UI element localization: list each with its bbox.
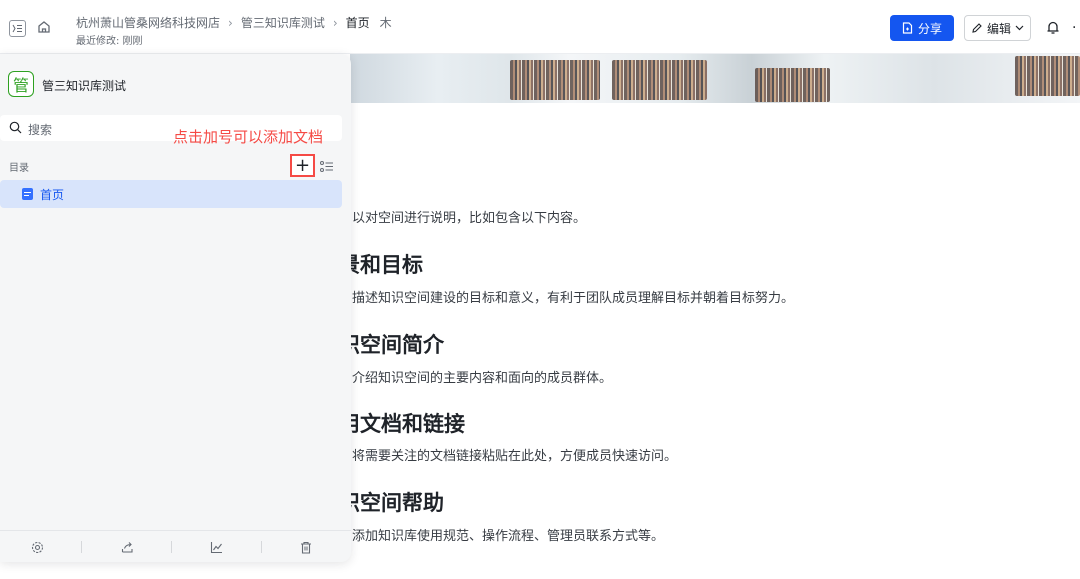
search-icon <box>9 121 22 134</box>
top-bar: 杭州萧山管桑网络科技网店 › 管三知识库测试 › 首页 ⽊ 最近修改: 刚刚 分… <box>0 0 1080 54</box>
toc-label: 目录 <box>9 163 29 174</box>
toc-item-label: 首页 <box>40 188 65 202</box>
more-menu-icon[interactable]: · <box>1072 20 1076 36</box>
section-heading: 景和目标 <box>339 253 423 277</box>
section-body: 描述知识空间建设的目标和意义，有利于团队成员理解目标并朝着目标努力。 <box>352 291 795 306</box>
section-body: 添加知识库使用规范、操作流程、管理员联系方式等。 <box>352 529 665 544</box>
share-doc-icon <box>902 22 913 34</box>
space-logo[interactable]: 管 <box>8 71 34 97</box>
sidebar-toggle-icon[interactable] <box>9 20 26 37</box>
edit-button[interactable]: 编辑 <box>964 15 1031 41</box>
section-heading: 用文档和链接 <box>339 412 465 436</box>
last-modified-text: 最近修改: 刚刚 <box>76 36 143 47</box>
share-label: 分享 <box>917 21 942 36</box>
chart-icon[interactable] <box>209 540 223 554</box>
breadcrumb-item-current: 首页 <box>345 16 370 30</box>
section-heading: 识空间简介 <box>339 333 444 357</box>
annotation-text: 点击加号可以添加文档 <box>173 128 324 146</box>
trash-icon[interactable] <box>299 540 313 554</box>
pin-icon[interactable]: ⽊ <box>380 14 392 31</box>
toc-item-home[interactable]: 首页 <box>0 180 342 208</box>
notification-bell-icon[interactable] <box>1046 20 1060 39</box>
sidebar-panel: 管 管三知识库测试 搜索 点击加号可以添加文档 目录 + 首页 <box>0 54 351 562</box>
section-body: 将需要关注的文档链接粘贴在此处，方便成员快速访问。 <box>352 449 678 464</box>
section-body: 介绍知识空间的主要内容和面向的成员群体。 <box>352 371 613 386</box>
section-heading: 识空间帮助 <box>339 491 444 515</box>
share-button[interactable]: 分享 <box>890 15 954 41</box>
chevron-down-icon <box>1015 25 1024 31</box>
cover-image <box>350 54 1080 103</box>
space-name[interactable]: 管三知识库测试 <box>42 77 126 94</box>
breadcrumb: 杭州萧山管桑网络科技网店 › 管三知识库测试 › 首页 ⽊ <box>76 14 392 31</box>
home-icon[interactable] <box>35 18 53 36</box>
intro-text: 以对空间进行说明，比如包含以下内容。 <box>352 211 587 226</box>
add-document-button[interactable]: + <box>290 154 315 177</box>
chevron-right-icon: › <box>332 15 338 30</box>
list-options-icon[interactable] <box>320 158 334 177</box>
search-placeholder: 搜索 <box>28 123 53 137</box>
gear-icon[interactable] <box>30 540 44 554</box>
doc-icon <box>22 188 33 200</box>
share-icon[interactable] <box>120 540 134 554</box>
pencil-icon <box>972 23 982 33</box>
breadcrumb-item-shop[interactable]: 杭州萧山管桑网络科技网店 <box>76 14 220 31</box>
chevron-right-icon: › <box>228 15 233 30</box>
sidebar-footer <box>0 530 351 562</box>
edit-label: 编辑 <box>986 21 1011 36</box>
breadcrumb-item-space[interactable]: 管三知识库测试 <box>241 14 325 31</box>
